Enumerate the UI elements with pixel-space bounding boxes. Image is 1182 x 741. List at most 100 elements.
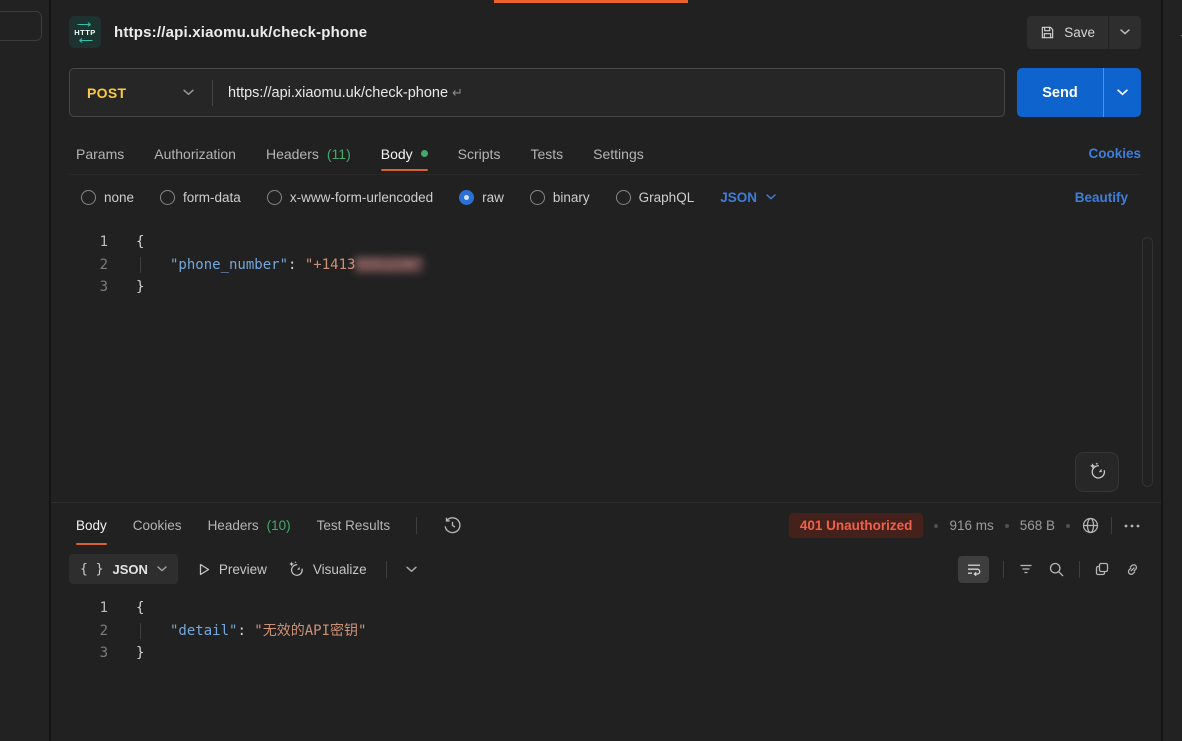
response-headers-count: (10) bbox=[267, 518, 291, 533]
code-line: 1 { bbox=[69, 231, 1141, 254]
radio-icon bbox=[160, 190, 175, 205]
json-value: "+1413 bbox=[305, 257, 356, 273]
body-language-selector[interactable]: JSON bbox=[720, 190, 776, 205]
response-tab-headers[interactable]: Headers(10) bbox=[208, 503, 291, 548]
filter-icon bbox=[1018, 561, 1034, 577]
chevron-down-icon bbox=[157, 566, 167, 572]
url-input[interactable]: https://api.xiaomu.uk/check-phone ↵ bbox=[213, 85, 1004, 101]
postbot-button[interactable] bbox=[1075, 452, 1119, 492]
right-sidebar-rail: ◂ bbox=[1161, 0, 1182, 741]
divider bbox=[1003, 561, 1004, 578]
send-options-button[interactable] bbox=[1104, 68, 1141, 117]
tab-headers[interactable]: Headers(11) bbox=[266, 133, 351, 174]
response-body-editor[interactable]: 1 { 2 "detail": "无效的API密钥" 3 } bbox=[69, 597, 1141, 665]
copy-response-button[interactable] bbox=[1094, 561, 1110, 577]
link-icon bbox=[1124, 561, 1141, 578]
request-panel: HTTP https://api.xiaomu.uk/check-phone S… bbox=[51, 0, 1161, 741]
radio-icon bbox=[530, 190, 545, 205]
http-badge-label: HTTP bbox=[74, 28, 96, 37]
play-icon bbox=[197, 562, 211, 577]
collapsed-sidebar-tab[interactable] bbox=[0, 11, 42, 41]
chevron-down-icon bbox=[1117, 89, 1128, 96]
code-line: 2 "phone_number": "+14135551234" bbox=[69, 254, 1141, 277]
beautify-link[interactable]: Beautify bbox=[1075, 190, 1128, 205]
response-format-selector[interactable]: { } JSON bbox=[69, 554, 178, 584]
save-options-button[interactable] bbox=[1109, 16, 1141, 49]
radio-icon bbox=[616, 190, 631, 205]
filter-button[interactable] bbox=[1018, 561, 1034, 577]
divider bbox=[386, 561, 387, 578]
tab-params[interactable]: Params bbox=[76, 133, 124, 174]
method-label: POST bbox=[87, 85, 126, 101]
mode-graphql[interactable]: GraphQL bbox=[616, 190, 695, 205]
indent-guide bbox=[140, 623, 141, 640]
response-tab-body[interactable]: Body bbox=[76, 503, 107, 548]
url-text: https://api.xiaomu.uk/check-phone bbox=[228, 85, 448, 101]
wrap-text-button[interactable] bbox=[958, 556, 989, 583]
tab-authorization[interactable]: Authorization bbox=[154, 133, 236, 174]
dot-separator bbox=[934, 524, 938, 528]
save-button-label: Save bbox=[1064, 25, 1095, 40]
response-history-button[interactable] bbox=[443, 516, 462, 535]
save-button[interactable]: Save bbox=[1027, 16, 1108, 49]
cookies-link[interactable]: Cookies bbox=[1088, 146, 1141, 161]
copy-icon bbox=[1094, 561, 1110, 577]
search-button[interactable] bbox=[1048, 561, 1065, 578]
code-line: 2 "detail": "无效的API密钥" bbox=[69, 620, 1141, 643]
tab-tests[interactable]: Tests bbox=[530, 133, 563, 174]
share-link-button[interactable] bbox=[1124, 561, 1141, 578]
code-line: 1 { bbox=[69, 597, 1141, 620]
response-tab-cookies[interactable]: Cookies bbox=[133, 503, 182, 548]
request-tabs: Params Authorization Headers(11) Body Sc… bbox=[69, 133, 1141, 175]
more-options-icon bbox=[1123, 523, 1141, 529]
mode-form-data[interactable]: form-data bbox=[160, 190, 241, 205]
radio-selected-icon bbox=[459, 190, 474, 205]
line-number: 2 bbox=[69, 254, 108, 277]
tab-scripts[interactable]: Scripts bbox=[458, 133, 501, 174]
send-button[interactable]: Send bbox=[1017, 68, 1103, 117]
body-language-label: JSON bbox=[720, 190, 757, 205]
response-size: 568 B bbox=[1020, 518, 1055, 533]
dot-separator bbox=[1066, 524, 1070, 528]
mode-binary[interactable]: binary bbox=[530, 190, 590, 205]
response-more-options-button[interactable] bbox=[1123, 523, 1141, 529]
response-meta: 401 Unauthorized 916 ms 568 B bbox=[789, 513, 1141, 538]
response-toolbar: { } JSON Preview Visualize bbox=[69, 550, 1141, 588]
editor-scrollbar[interactable] bbox=[1142, 237, 1153, 487]
chevron-down-icon bbox=[183, 89, 194, 96]
radio-icon bbox=[267, 190, 282, 205]
json-key: "detail" bbox=[170, 623, 237, 639]
json-value: "无效的API密钥" bbox=[254, 623, 366, 639]
headers-count: (11) bbox=[327, 146, 351, 162]
request-title: https://api.xiaomu.uk/check-phone bbox=[114, 24, 367, 41]
body-modified-dot bbox=[421, 150, 428, 157]
mode-none[interactable]: none bbox=[81, 190, 134, 205]
save-button-group: Save bbox=[1027, 16, 1141, 49]
preview-button[interactable]: Preview bbox=[197, 562, 267, 577]
request-body-editor[interactable]: 1 { 2 "phone_number": "+14135551234" 3 } bbox=[69, 231, 1141, 502]
visualize-icon bbox=[286, 560, 305, 579]
visualize-button[interactable]: Visualize bbox=[286, 560, 367, 579]
line-number: 1 bbox=[69, 231, 108, 254]
radio-icon bbox=[81, 190, 96, 205]
line-number: 2 bbox=[69, 620, 108, 643]
chevron-down-icon bbox=[766, 194, 776, 200]
response-tab-test-results[interactable]: Test Results bbox=[317, 503, 391, 548]
tab-settings[interactable]: Settings bbox=[593, 133, 644, 174]
response-format-label: JSON bbox=[112, 562, 147, 577]
url-row: POST https://api.xiaomu.uk/check-phone↵ … bbox=[69, 68, 1141, 117]
return-key-icon: ↵ bbox=[452, 85, 463, 100]
toolbar-expand-button[interactable] bbox=[406, 566, 417, 573]
mode-x-www-form-urlencoded[interactable]: x-www-form-urlencoded bbox=[267, 190, 433, 205]
code-line: 3 } bbox=[69, 276, 1141, 299]
response-view-controls bbox=[958, 556, 1141, 583]
network-info-button[interactable] bbox=[1081, 516, 1100, 535]
method-selector[interactable]: POST bbox=[70, 85, 212, 101]
chevron-down-icon bbox=[406, 566, 417, 573]
search-icon bbox=[1048, 561, 1065, 578]
history-icon bbox=[443, 516, 462, 535]
mode-raw[interactable]: raw bbox=[459, 190, 504, 205]
url-box: POST https://api.xiaomu.uk/check-phone ↵ bbox=[69, 68, 1005, 117]
line-number: 3 bbox=[69, 642, 108, 665]
tab-body[interactable]: Body bbox=[381, 133, 428, 174]
